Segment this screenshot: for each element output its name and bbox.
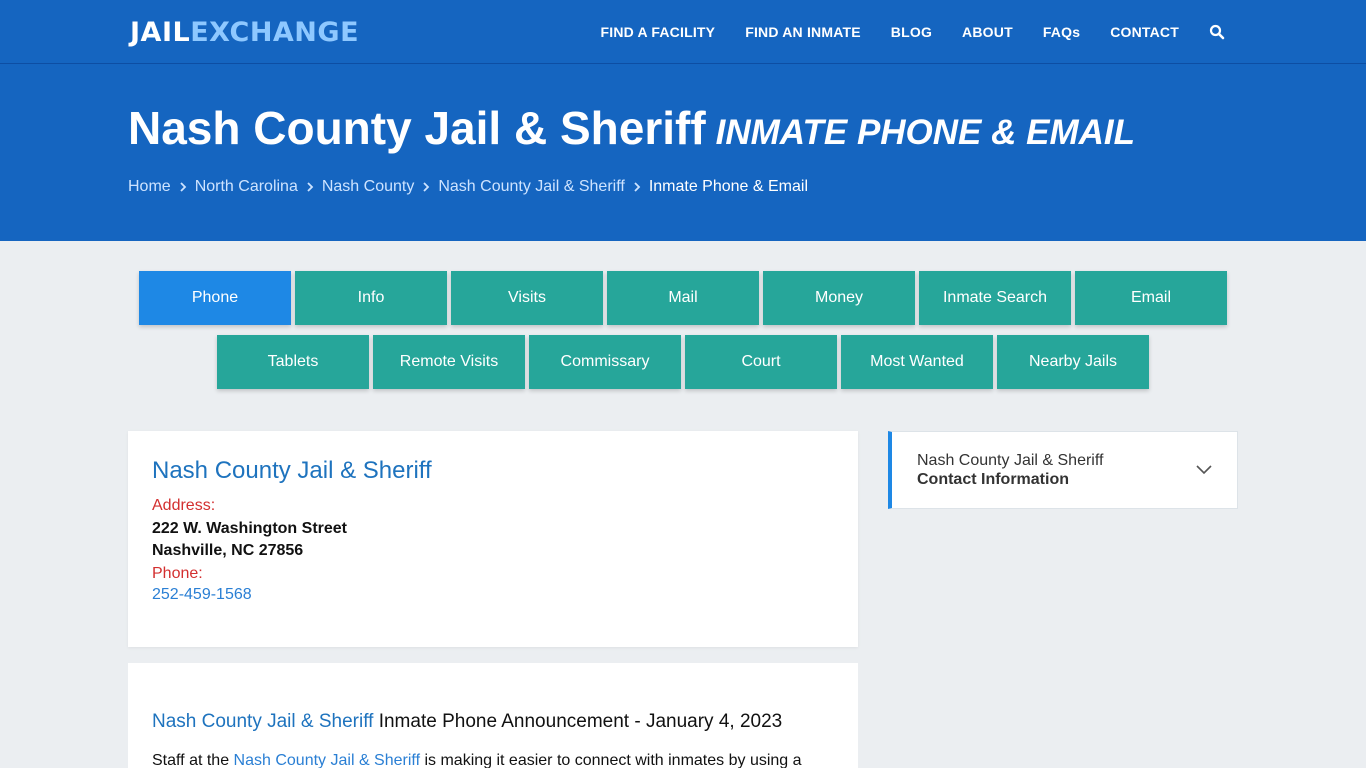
tab-row-1: Phone Info Visits Mail Money Inmate Sear…: [0, 271, 1366, 325]
announcement-card: Nash County Jail & Sheriff Inmate Phone …: [128, 663, 858, 768]
announcement-paragraph: Staff at the Nash County Jail & Sheriff …: [152, 752, 802, 768]
announcement-heading-text: Inmate Phone Announcement - January 4, 2…: [373, 711, 783, 732]
tab-info[interactable]: Info: [295, 271, 447, 325]
breadcrumb-current: Inmate Phone & Email: [648, 178, 809, 195]
tab-tablets[interactable]: Tablets: [217, 335, 369, 389]
chevron-down-icon[interactable]: [1194, 460, 1214, 480]
main-nav: FIND A FACILITY FIND AN INMATE BLOG ABOU…: [570, 0, 1225, 64]
facility-card: Nash County Jail & Sheriff Address: 222 …: [128, 431, 858, 647]
tab-email[interactable]: Email: [1075, 271, 1227, 325]
paragraph-rest: is making it easier to connect with inma…: [420, 752, 802, 768]
chevron-right-icon: [625, 181, 649, 193]
site-logo[interactable]: JAILEXCHANGE: [130, 16, 359, 50]
tab-commissary[interactable]: Commissary: [529, 335, 681, 389]
breadcrumb-home[interactable]: Home: [128, 178, 171, 196]
nav-faqs[interactable]: FAQs: [1043, 24, 1080, 40]
tab-remote-visits[interactable]: Remote Visits: [373, 335, 525, 389]
tab-mail[interactable]: Mail: [607, 271, 759, 325]
address-line-1: 222 W. Washington Street: [152, 520, 347, 537]
paragraph-start: Staff at the: [152, 752, 234, 768]
contact-info-accordion[interactable]: Nash County Jail & Sheriff Contact Infor…: [888, 431, 1238, 509]
breadcrumb-county[interactable]: Nash County: [322, 178, 415, 196]
announcement-facility-link[interactable]: Nash County Jail & Sheriff: [152, 711, 373, 732]
tab-most-wanted[interactable]: Most Wanted: [841, 335, 993, 389]
nav-about[interactable]: ABOUT: [962, 24, 1013, 40]
phone-link[interactable]: 252-459-1568: [152, 586, 252, 604]
top-navbar: JAILEXCHANGE FIND A FACILITY FIND AN INM…: [0, 0, 1366, 64]
tab-phone[interactable]: Phone: [139, 271, 291, 325]
logo-text-jail: JAIL: [130, 17, 191, 48]
accordion-title: Contact Information: [917, 471, 1069, 488]
tab-nearby-jails[interactable]: Nearby Jails: [997, 335, 1149, 389]
breadcrumb-state[interactable]: North Carolina: [195, 178, 298, 196]
nav-find-facility[interactable]: FIND A FACILITY: [600, 24, 715, 40]
logo-text-exchange: EXCHANGE: [190, 17, 360, 48]
breadcrumb-facility[interactable]: Nash County Jail & Sheriff: [438, 178, 624, 196]
address-line-2: Nashville, NC 27856: [152, 542, 304, 559]
facility-tabs: Phone Info Visits Mail Money Inmate Sear…: [0, 271, 1366, 399]
nav-blog[interactable]: BLOG: [891, 24, 932, 40]
nav-contact[interactable]: CONTACT: [1110, 24, 1179, 40]
page-title: Nash County Jail & Sheriff INMATE PHONE &…: [128, 100, 1135, 161]
page-title-subtitle: INMATE PHONE & EMAIL: [715, 113, 1136, 152]
chevron-right-icon: [171, 181, 195, 193]
tab-row-2: Tablets Remote Visits Commissary Court M…: [0, 335, 1366, 389]
tab-money[interactable]: Money: [763, 271, 915, 325]
phone-label: Phone:: [152, 565, 203, 582]
accordion-facility-name: Nash County Jail & Sheriff: [917, 452, 1104, 469]
address-label: Address:: [152, 497, 216, 514]
announcement-heading: Nash County Jail & Sheriff Inmate Phone …: [152, 711, 782, 733]
chevron-right-icon: [414, 181, 438, 193]
search-icon[interactable]: [1209, 24, 1225, 40]
paragraph-facility-link[interactable]: Nash County Jail & Sheriff: [234, 752, 420, 768]
nav-find-inmate[interactable]: FIND AN INMATE: [745, 24, 861, 40]
page-hero: Nash County Jail & Sheriff INMATE PHONE &…: [0, 64, 1366, 241]
breadcrumb: Home North Carolina Nash County Nash Cou…: [128, 178, 808, 196]
chevron-right-icon: [298, 181, 322, 193]
tab-court[interactable]: Court: [685, 335, 837, 389]
tab-visits[interactable]: Visits: [451, 271, 603, 325]
page-title-main: Nash County Jail & Sheriff: [128, 102, 706, 154]
facility-name[interactable]: Nash County Jail & Sheriff: [152, 457, 432, 485]
tab-inmate-search[interactable]: Inmate Search: [919, 271, 1071, 325]
